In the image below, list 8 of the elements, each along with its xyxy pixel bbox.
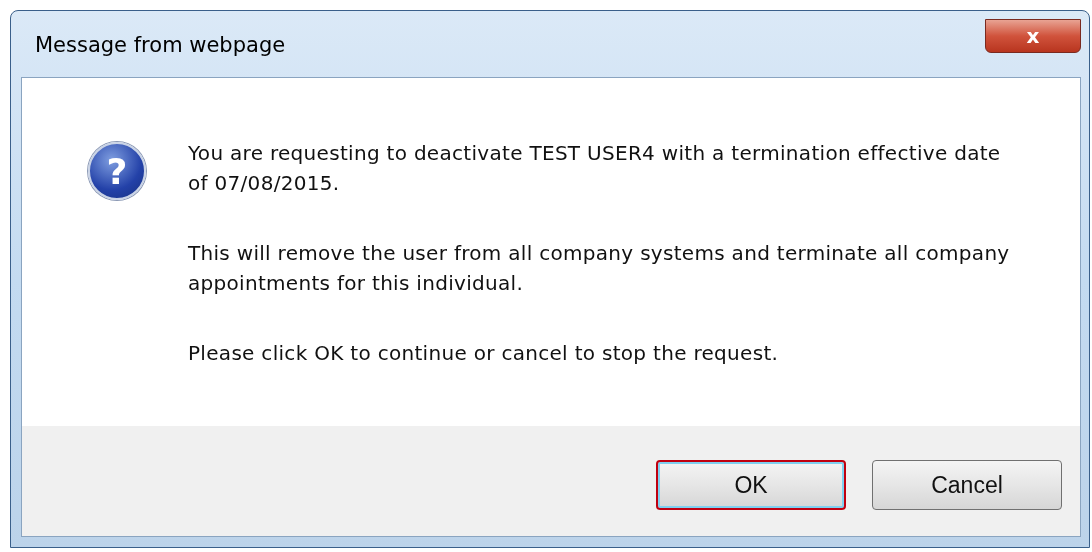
window-title: Message from webpage	[35, 33, 286, 57]
message-text: Please click OK to continue or cancel to stop the request.	[188, 340, 780, 367]
dialog-button[interactable]: OK	[656, 460, 846, 510]
message-text: You are requesting to deactivate TEST USER4 with a termination effective date of 07/08/2015.	[188, 140, 1002, 197]
dialog-button[interactable]: Cancel	[872, 460, 1062, 510]
close-button[interactable]: x	[985, 19, 1081, 53]
question-icon: ?	[88, 142, 146, 200]
message-text: This will remove the user from all company systems and terminate all company appointments for this individual.	[188, 240, 1011, 297]
